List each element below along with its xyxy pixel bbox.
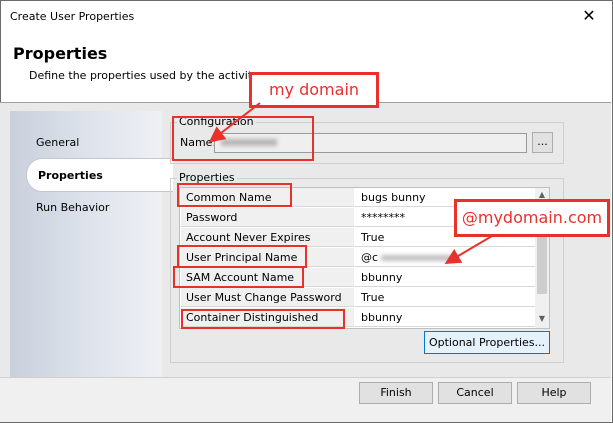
help-button[interactable]: Help <box>517 382 591 404</box>
callout-my-domain: my domain <box>249 72 379 108</box>
property-name: Password <box>181 208 354 227</box>
sidebar-item-general[interactable]: General <box>36 136 79 149</box>
cancel-button[interactable]: Cancel <box>438 382 512 404</box>
property-value[interactable]: @c <box>355 248 535 267</box>
highlight-sam-account-name <box>173 266 304 288</box>
dialog-footer: Finish Cancel Help <box>0 377 611 422</box>
property-value[interactable]: True <box>355 288 535 307</box>
optional-properties-button[interactable]: Optional Properties... <box>424 331 550 354</box>
highlight-container-dn <box>181 309 345 329</box>
property-name: User Must Change Password <box>181 288 354 307</box>
property-value[interactable]: bbunny <box>355 308 535 327</box>
table-row[interactable]: User Must Change Password True <box>180 288 535 308</box>
callout-mydomain-com: @mydomain.com <box>454 199 610 237</box>
browse-button[interactable]: ... <box>532 132 553 153</box>
sidebar-item-run-behavior[interactable]: Run Behavior <box>36 201 109 214</box>
finish-button[interactable]: Finish <box>359 382 433 404</box>
window-title: Create User Properties <box>10 10 135 23</box>
page-title: Properties <box>13 44 108 63</box>
sidebar-item-label: Properties <box>38 169 103 182</box>
title-bar: Create User Properties ✕ <box>1 1 612 31</box>
sidebar <box>10 111 162 377</box>
highlight-user-principal-name <box>177 245 307 268</box>
sidebar-item-properties[interactable]: Properties <box>26 158 173 192</box>
scroll-down-icon[interactable]: ▼ <box>535 312 549 326</box>
property-value-text: @c <box>361 251 379 264</box>
highlight-common-name <box>177 183 292 207</box>
property-value[interactable]: bbunny <box>355 268 535 287</box>
page-description: Define the properties used by the activi… <box>29 69 261 82</box>
redacted-domain-value <box>381 255 453 261</box>
highlight-name-field <box>172 116 314 161</box>
close-icon[interactable]: ✕ <box>576 6 602 26</box>
